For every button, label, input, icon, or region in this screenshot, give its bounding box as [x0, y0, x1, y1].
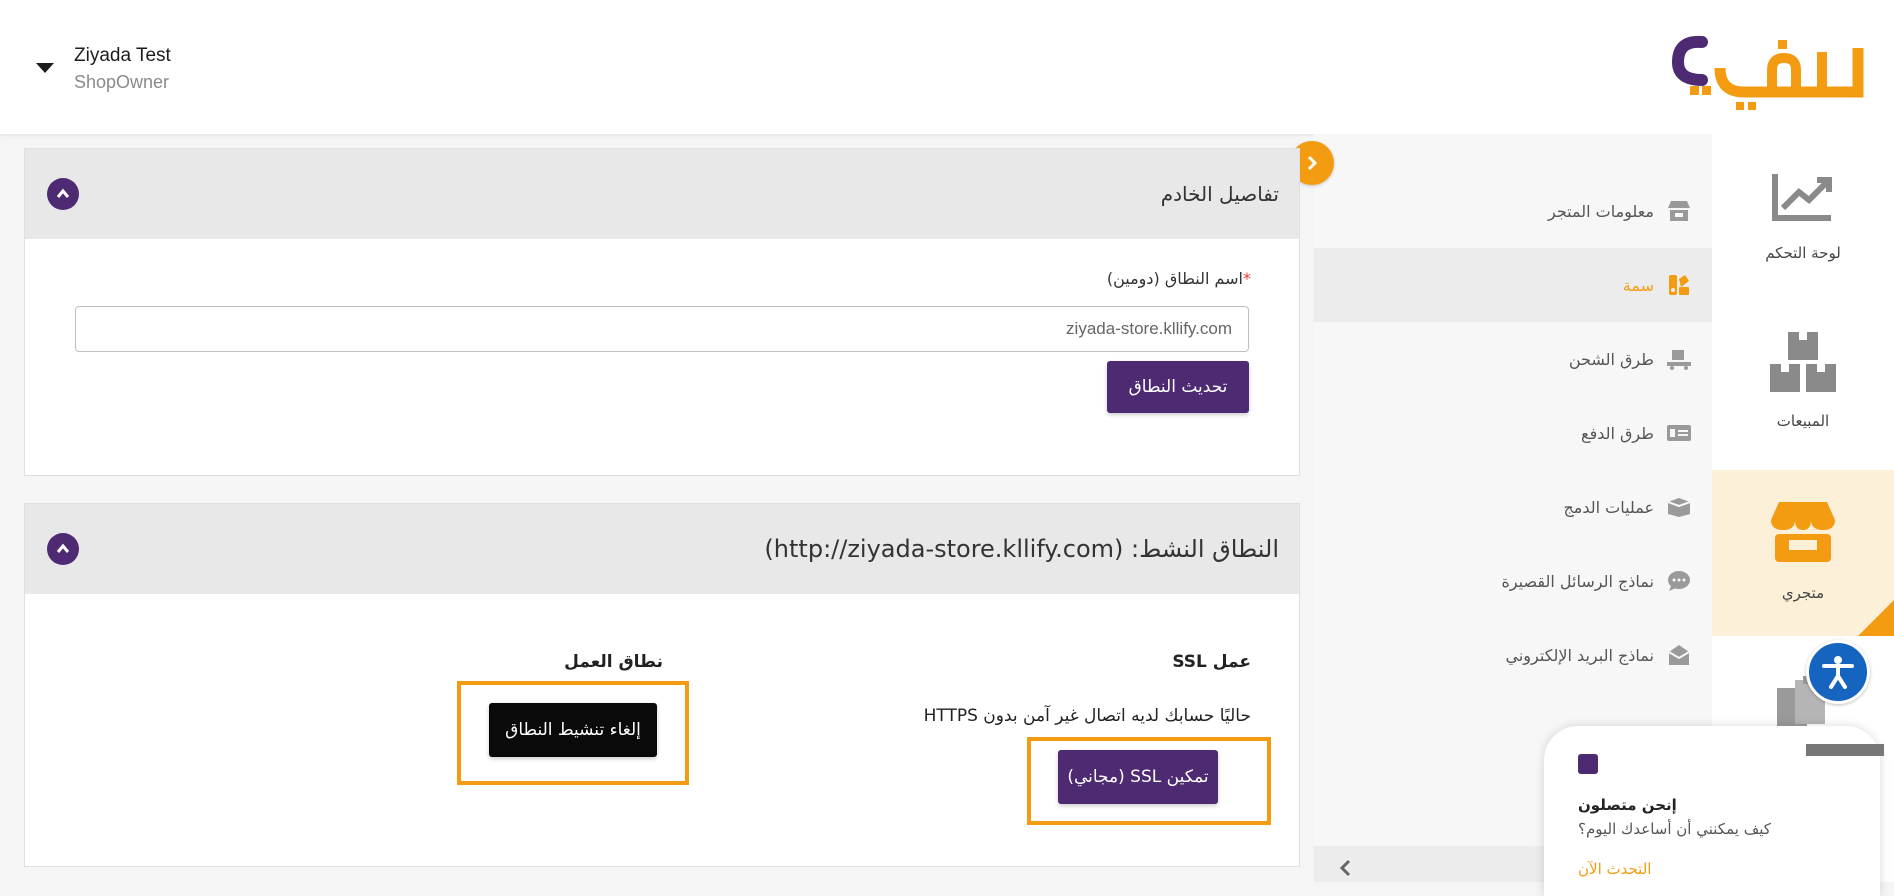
storefront-icon — [1771, 502, 1835, 562]
chat-prompt-text: كيف يمكنني أن أساعدك اليوم؟ — [1578, 820, 1771, 838]
chevron-up-icon — [56, 188, 70, 198]
domain-work-heading: نطاق العمل — [564, 652, 663, 672]
chevron-right-icon — [1307, 155, 1318, 171]
boxes-icon — [1770, 332, 1836, 392]
user-menu[interactable]: Ziyada Test ShopOwner — [36, 42, 171, 94]
rail-item-sales[interactable]: المبيعات — [1712, 324, 1894, 464]
submenu-label: طرق الدفع — [1581, 423, 1654, 443]
chat-status-text: إنحن متصلون — [1578, 796, 1677, 814]
ssl-heading: عمل SSL — [1172, 652, 1251, 672]
top-bar: Ziyada Test ShopOwner — [0, 0, 1894, 134]
chevron-left-icon[interactable] — [1336, 858, 1356, 878]
submenu-sms-templates[interactable]: نماذج الرسائل القصيرة — [1314, 544, 1712, 618]
submenu-email-templates[interactable]: نماذج البريد الإلكتروني — [1314, 618, 1712, 692]
update-domain-button[interactable]: تحديث النطاق — [1107, 361, 1249, 413]
submenu-label: نماذج الرسائل القصيرة — [1501, 571, 1654, 591]
accessibility-icon — [1822, 656, 1854, 689]
submenu-integrations[interactable]: عمليات الدمج — [1314, 470, 1712, 544]
chat-now-link[interactable]: التحدث الآن — [1578, 860, 1651, 878]
submenu-label: طرق الشحن — [1568, 349, 1654, 369]
server-details-panel: تفاصيل الخادم *اسم النطاق (دومين) تحديث … — [24, 148, 1300, 476]
submenu-payment[interactable]: طرق الدفع — [1314, 396, 1712, 470]
brand-logo-icon — [1671, 35, 1864, 110]
submenu-store-info[interactable]: معلومات المتجر — [1314, 174, 1712, 248]
submenu-theme[interactable]: سمة — [1314, 248, 1712, 322]
brand-logo[interactable] — [1671, 28, 1872, 118]
panel-header[interactable]: النطاق النشط: (http://ziyada-store.kllif… — [25, 504, 1299, 594]
theme-icon — [1666, 272, 1692, 298]
active-corner-marker — [1858, 600, 1894, 636]
active-domain-panel: النطاق النشط: (http://ziyada-store.kllif… — [24, 503, 1300, 867]
panel-header[interactable]: تفاصيل الخادم — [25, 149, 1299, 239]
sms-icon — [1666, 568, 1692, 594]
rail-label-dashboard: لوحة التحكم — [1765, 244, 1841, 262]
shipping-icon — [1666, 346, 1692, 372]
collapse-toggle[interactable] — [47, 533, 79, 565]
required-marker: * — [1243, 269, 1251, 288]
chevron-up-icon — [56, 543, 70, 553]
rail-item-dashboard[interactable]: لوحة التحكم — [1712, 158, 1894, 298]
rail-label-sales: المبيعات — [1776, 412, 1830, 430]
panel-title: النطاق النشط: (http://ziyada-store.kllif… — [764, 535, 1279, 563]
user-role: ShopOwner — [74, 72, 170, 92]
deactivate-domain-button[interactable]: إلغاء تنشيط النطاق — [489, 703, 657, 757]
caret-down-icon[interactable] — [36, 63, 54, 73]
submenu-label: سمة — [1622, 275, 1654, 295]
chat-minimize-bar[interactable] — [1806, 744, 1884, 756]
enable-ssl-button[interactable]: تمكين SSL (مجاني) — [1058, 750, 1218, 804]
submenu-label: عمليات الدمج — [1563, 497, 1654, 517]
domain-field-label: *اسم النطاق (دومين) — [1107, 269, 1251, 288]
submenu-label: معلومات المتجر — [1548, 201, 1654, 221]
submenu-shipping[interactable]: طرق الشحن — [1314, 322, 1712, 396]
payment-icon — [1666, 420, 1692, 446]
user-name: Ziyada Test — [74, 45, 171, 66]
chart-trend-icon — [1772, 174, 1832, 221]
accessibility-button[interactable] — [1806, 640, 1870, 704]
domain-field-label-text: اسم النطاق (دومين) — [1106, 269, 1243, 288]
integration-icon — [1666, 494, 1692, 520]
collapse-toggle[interactable] — [47, 178, 79, 210]
store-icon — [1666, 198, 1692, 224]
ssl-description: حاليًا حسابك لديه اتصال غير آمن بدون HTT… — [923, 706, 1251, 726]
email-icon — [1666, 642, 1692, 668]
submenu-label: نماذج البريد الإلكتروني — [1505, 645, 1654, 665]
domain-input[interactable] — [75, 306, 1249, 352]
rail-item-my-store[interactable]: متجري — [1712, 470, 1894, 636]
panel-title: تفاصيل الخادم — [1160, 182, 1279, 206]
chat-logo-icon — [1578, 754, 1598, 774]
